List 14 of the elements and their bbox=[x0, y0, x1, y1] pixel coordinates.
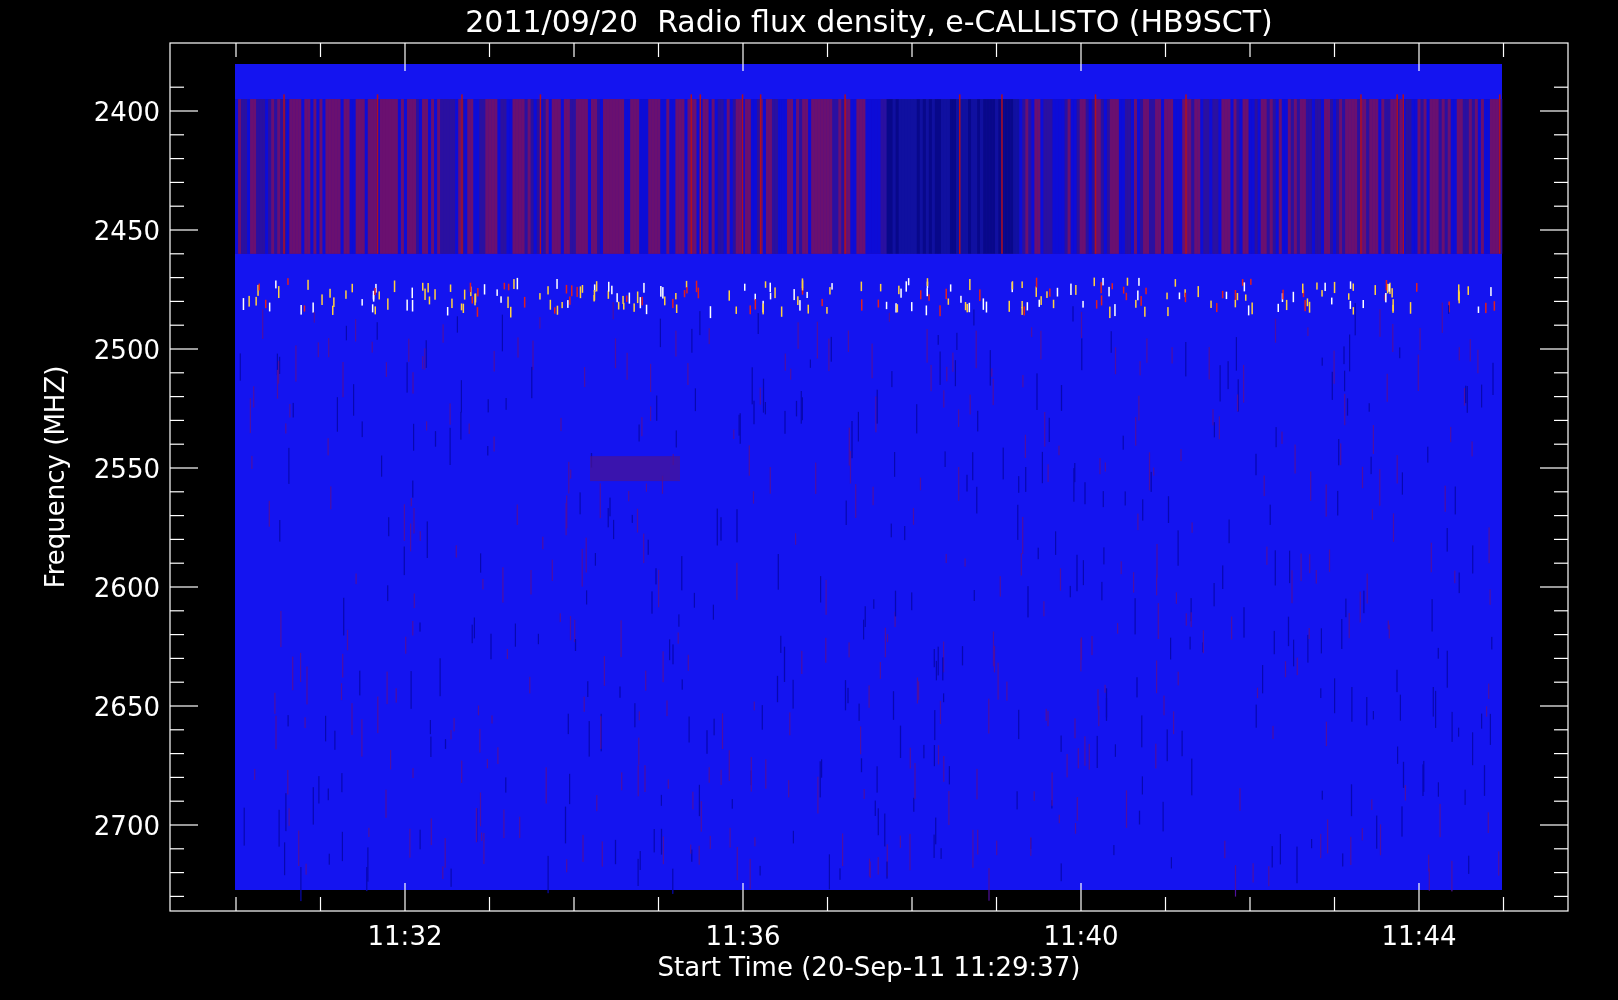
y-axis-label: Frequency (MHZ) bbox=[40, 365, 70, 589]
x-tick-label: 11:36 bbox=[705, 921, 781, 951]
x-tick-label: 11:44 bbox=[1381, 921, 1457, 951]
x-axis-label: Start Time (20-Sep-11 11:29:37) bbox=[657, 952, 1081, 982]
y-tick-label: 2700 bbox=[93, 811, 160, 841]
x-tick-label: 11:32 bbox=[367, 921, 443, 951]
y-tick-label: 2600 bbox=[93, 573, 160, 603]
chart-title: 2011/09/20 Radio flux density, e-CALLISTO (HB9SCT) bbox=[465, 4, 1273, 39]
y-tick-label: 2400 bbox=[93, 97, 160, 127]
y-tick-label: 2650 bbox=[93, 692, 160, 722]
y-tick-label: 2550 bbox=[93, 454, 160, 484]
y-tick-label: 2450 bbox=[93, 216, 160, 246]
x-tick-label: 11:40 bbox=[1043, 921, 1119, 951]
y-tick-label: 2500 bbox=[93, 335, 160, 365]
